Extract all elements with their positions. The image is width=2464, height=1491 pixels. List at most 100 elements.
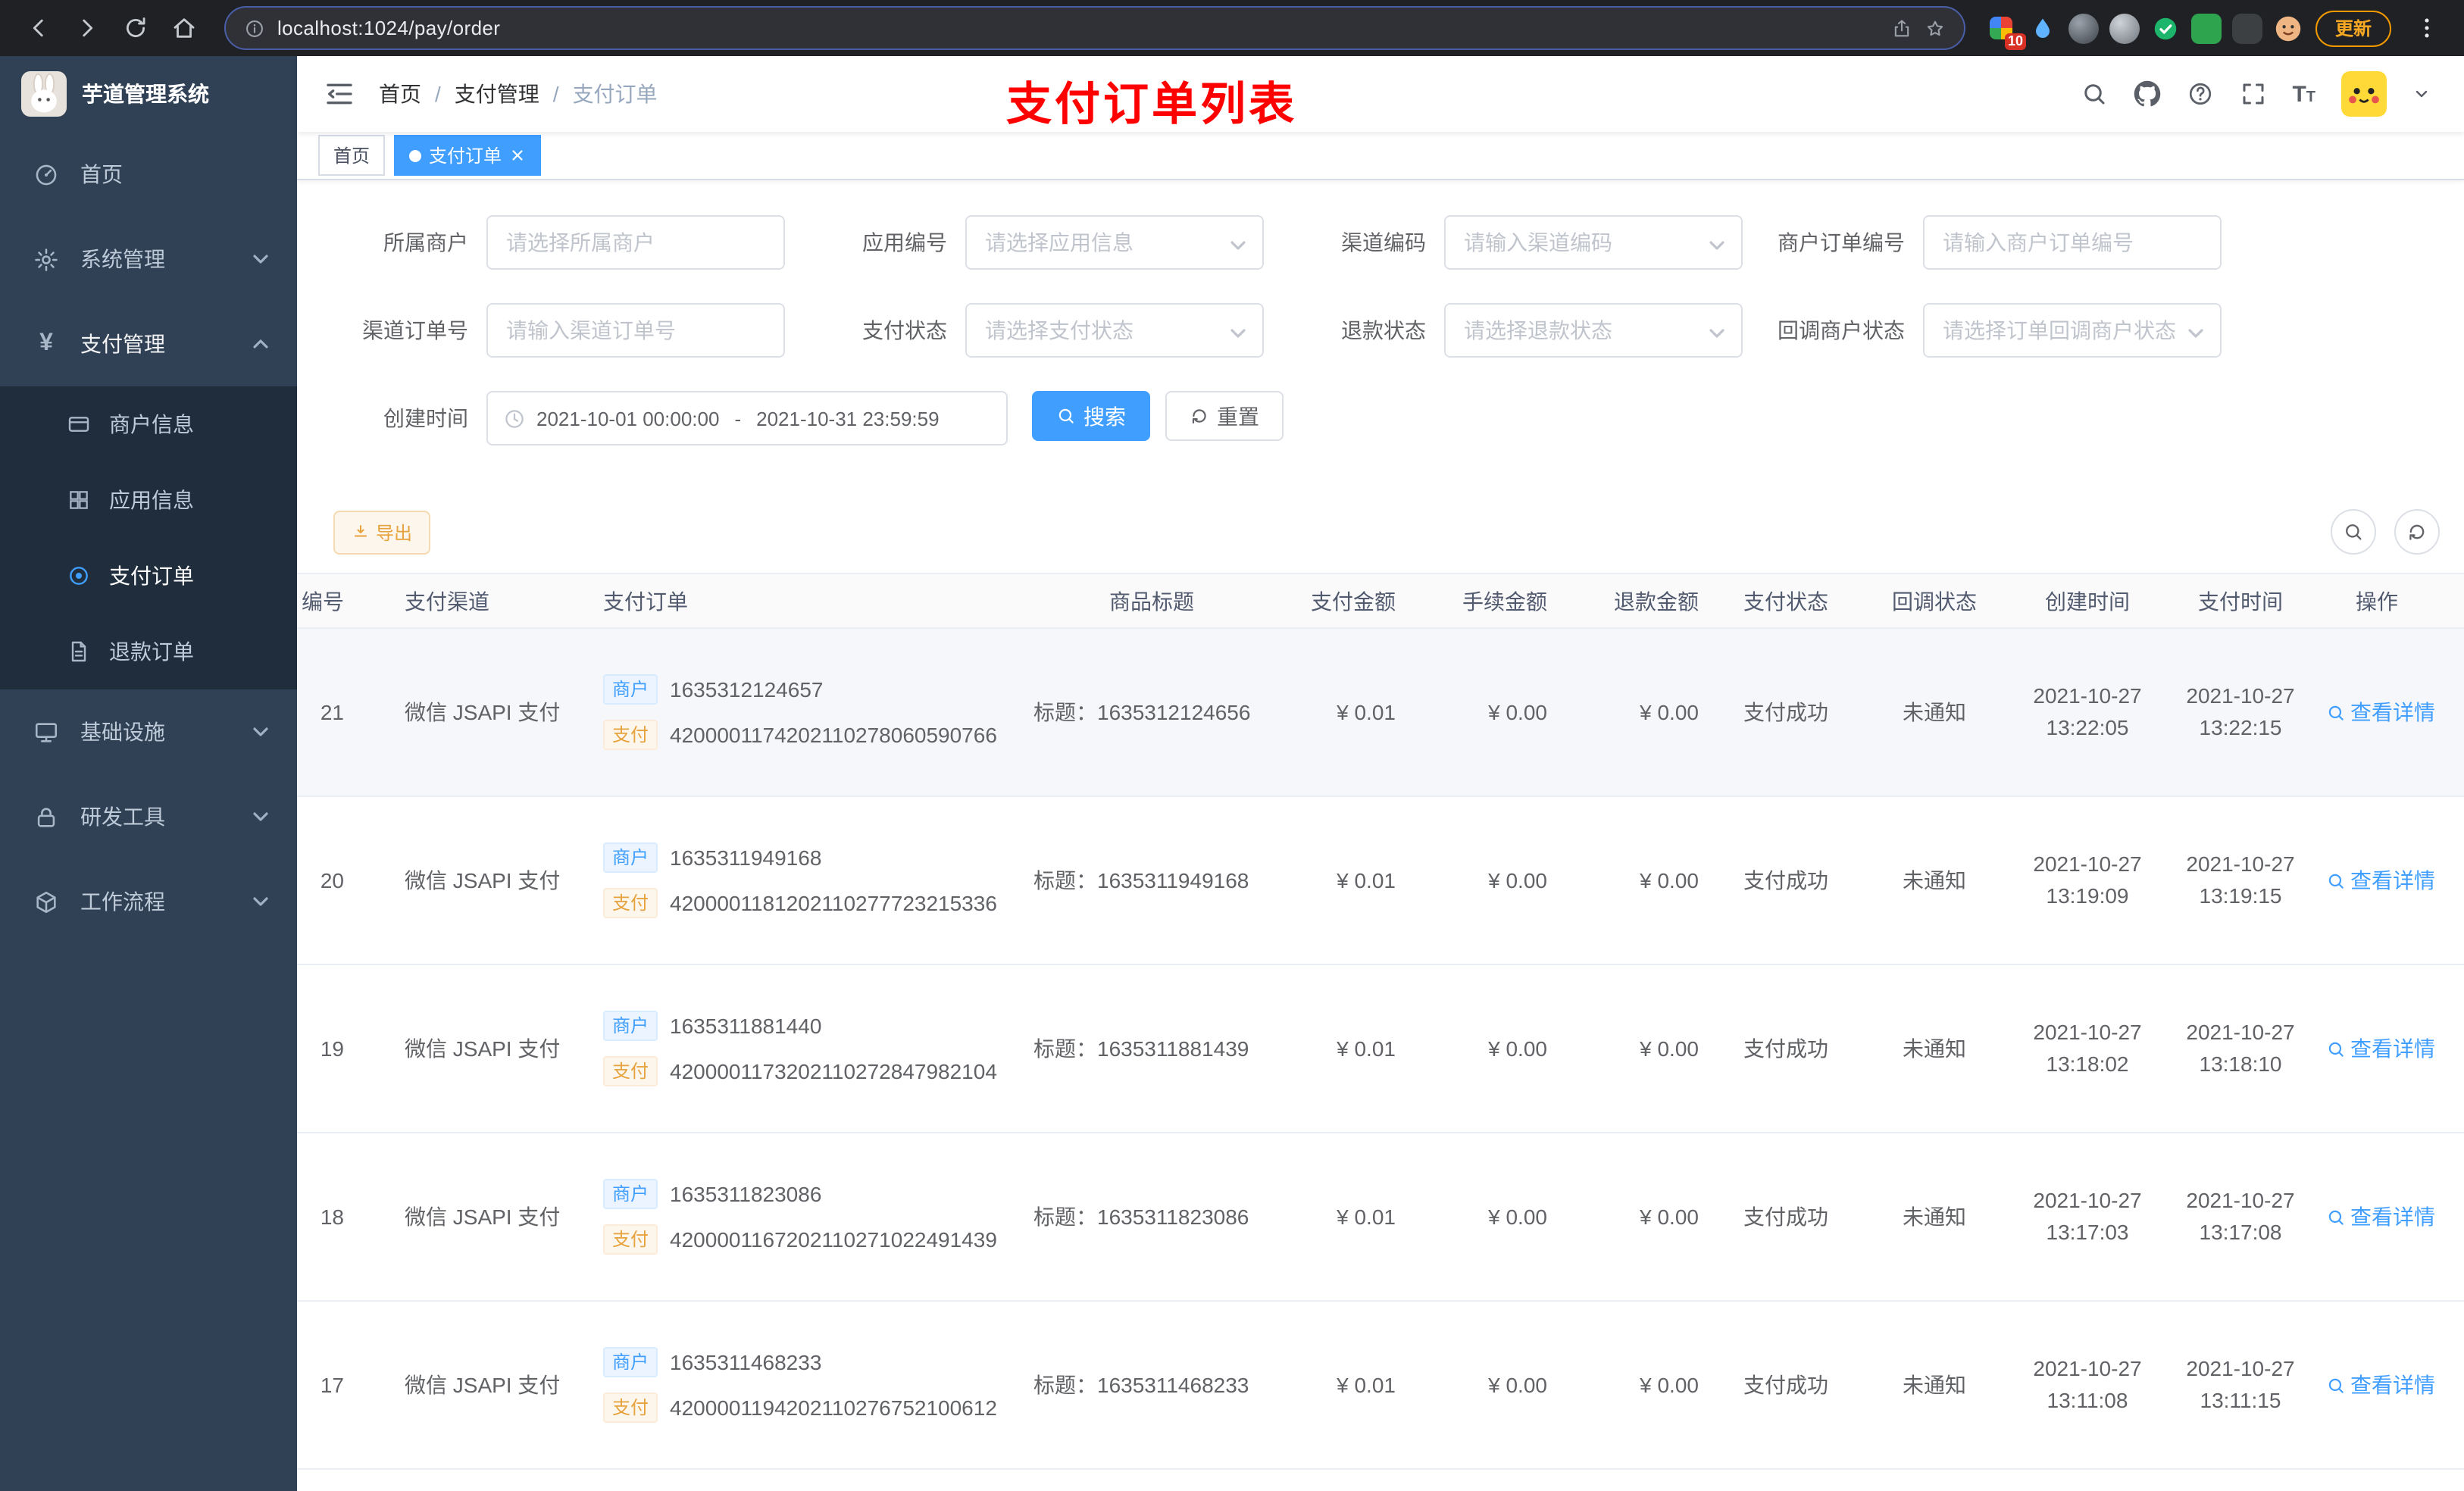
merchant-order-line: 商户 1635311881440 [603, 1011, 1015, 1041]
breadcrumb-home[interactable]: 首页 [379, 79, 421, 109]
tab-home[interactable]: 首页 [318, 135, 386, 176]
extension-icon[interactable] [2190, 13, 2222, 43]
notify-status-select[interactable] [1923, 303, 2222, 358]
extension-icon[interactable] [2068, 13, 2099, 43]
table-row: 21 微信 JSAPI 支付 商户 1635312124657 支付 42000… [297, 629, 2464, 797]
site-info-icon[interactable] [244, 17, 265, 39]
filter-merchant: 所属商户 [306, 215, 785, 270]
tab-pay-order[interactable]: 支付订单 [394, 135, 542, 176]
sidebar-item-label: 基础设施 [80, 720, 165, 744]
hamburger-icon[interactable] [324, 79, 355, 109]
browser-menu-button[interactable] [2403, 5, 2449, 51]
sidebar-item-refund-order[interactable]: 退款订单 [0, 614, 297, 689]
app-no-select[interactable] [965, 215, 1264, 270]
filter-channel-order-no: 渠道订单号 [306, 303, 785, 358]
cell-pay-status: 支付成功 [1743, 1373, 1828, 1397]
refresh-button[interactable] [2394, 509, 2440, 555]
sidebar-item-label: 应用信息 [109, 488, 194, 512]
filter-pay-status: 支付状态 [785, 303, 1264, 358]
tab-label: 首页 [333, 145, 371, 167]
view-detail-link[interactable]: 查看详情 [2326, 697, 2435, 727]
cell-pay-status: 支付成功 [1743, 700, 1828, 724]
share-icon[interactable] [1891, 17, 1912, 39]
channel-pay-line: 支付 4200001173202110272847982104 [603, 1056, 1015, 1086]
export-button[interactable]: 导出 [333, 510, 431, 554]
view-detail-link[interactable]: 查看详情 [2326, 1033, 2435, 1064]
sidebar-item-payment[interactable]: ¥ 支付管理 [0, 302, 297, 386]
merchant-order-no: 1635311823086 [670, 1182, 822, 1206]
search-button[interactable]: 搜索 [1032, 391, 1150, 441]
magnifier-icon [2326, 1375, 2346, 1395]
extension-drop-icon[interactable] [2028, 13, 2058, 43]
table-row: 18 微信 JSAPI 支付 商户 1635311823086 支付 42000… [297, 1133, 2464, 1302]
pay-clock: 13:11:15 [2200, 1388, 2281, 1412]
sidebar-item-dashboard[interactable]: 首页 [0, 132, 297, 217]
grid-icon [67, 488, 91, 512]
sidebar-item-label: 首页 [80, 162, 123, 186]
extension-grid-icon[interactable]: 10 [1987, 13, 2026, 49]
toggle-search-button[interactable] [2331, 509, 2376, 555]
merchant-tag: 商户 [603, 842, 658, 873]
browser-reload-button[interactable] [112, 5, 158, 51]
user-avatar[interactable] [2341, 71, 2387, 117]
cell-notify-status: 未通知 [1903, 700, 1966, 724]
cell-refund-amount: ¥ 0.00 [1640, 1205, 1699, 1229]
sidebar-item-app-info[interactable]: 应用信息 [0, 462, 297, 538]
sidebar-item-workflow[interactable]: 工作流程 [0, 859, 297, 944]
channel-code-select[interactable] [1444, 215, 1743, 270]
sidebar-item-dev-tools[interactable]: 研发工具 [0, 774, 297, 859]
extension-icon[interactable] [2231, 13, 2262, 43]
view-detail-link[interactable]: 查看详情 [2326, 1370, 2435, 1400]
create-clock: 13:19:09 [2046, 883, 2129, 908]
sidebar-item-system[interactable]: 系统管理 [0, 217, 297, 302]
channel-pay-no: 4200001173202110272847982104 [670, 1059, 997, 1083]
channel-order-no-input[interactable] [486, 303, 785, 358]
fullscreen-icon[interactable] [2239, 80, 2266, 108]
browser-forward-button[interactable] [64, 5, 109, 51]
cell-pay-amount: ¥ 0.01 [1337, 1373, 1396, 1397]
chevron-down-icon [249, 247, 273, 271]
font-size-icon[interactable]: TT [2292, 83, 2315, 105]
browser-home-button[interactable] [161, 5, 206, 51]
caret-down-icon[interactable] [2412, 85, 2431, 103]
view-detail-link[interactable]: 查看详情 [2326, 865, 2435, 896]
filter-form: 所属商户 应用编号 渠道编码 商户订单编号 [297, 180, 2464, 479]
merchant-tag: 商户 [603, 674, 658, 705]
sidebar-item-pay-order[interactable]: 支付订单 [0, 538, 297, 614]
app-logo[interactable]: 芋道管理系统 [0, 56, 297, 132]
cell-fee-amount: ¥ 0.00 [1488, 1373, 1547, 1397]
browser-back-button[interactable] [15, 5, 61, 51]
bookmark-star-icon[interactable] [1925, 17, 1946, 39]
github-icon[interactable] [2133, 80, 2160, 108]
create-time-range[interactable]: 2021-10-01 00:00:00 - 2021-10-31 23:59:5… [486, 391, 1008, 445]
breadcrumb-section[interactable]: 支付管理 [455, 79, 539, 109]
pay-status-select[interactable] [965, 303, 1264, 358]
date-separator: - [734, 407, 742, 430]
extension-check-icon[interactable] [2150, 13, 2181, 43]
sidebar-item-infrastructure[interactable]: 基础设施 [0, 689, 297, 774]
browser-update-button[interactable]: 更新 [2315, 10, 2391, 46]
page-annotation: 支付订单列表 [1006, 80, 1297, 130]
extension-face-icon[interactable] [2273, 13, 2303, 43]
search-icon[interactable] [2080, 80, 2107, 108]
cell-product-title: 标题：1635312124656 [1033, 700, 1251, 724]
magnifier-icon [2326, 702, 2346, 722]
chevron-down-icon [249, 889, 273, 914]
cell-pay-order: 商户 1635311823086 支付 42000011672021102710… [582, 1179, 1015, 1255]
close-icon[interactable] [509, 147, 526, 164]
reset-button[interactable]: 重置 [1165, 391, 1284, 441]
merchant-filter-input[interactable] [486, 215, 785, 270]
help-icon[interactable] [2186, 80, 2213, 108]
view-detail-link[interactable]: 查看详情 [2326, 1202, 2435, 1232]
refresh-icon [1190, 406, 1209, 426]
sidebar-item-merchant-info[interactable]: 商户信息 [0, 386, 297, 462]
merchant-order-no-input[interactable] [1923, 215, 2222, 270]
address-bar[interactable]: localhost:1024/pay/order [224, 6, 1965, 50]
pay-tag: 支付 [603, 1393, 658, 1423]
refund-status-select[interactable] [1444, 303, 1743, 358]
extension-icon[interactable] [2109, 13, 2140, 43]
cell-create-time: 2021-10-27 13:22:05 [2011, 680, 2164, 744]
merchant-order-line: 商户 1635311949168 [603, 842, 1015, 873]
cell-pay-time: 2021-10-27 13:11:15 [2164, 1353, 2317, 1417]
col-header-pay-status: 支付状态 [1743, 589, 1828, 613]
